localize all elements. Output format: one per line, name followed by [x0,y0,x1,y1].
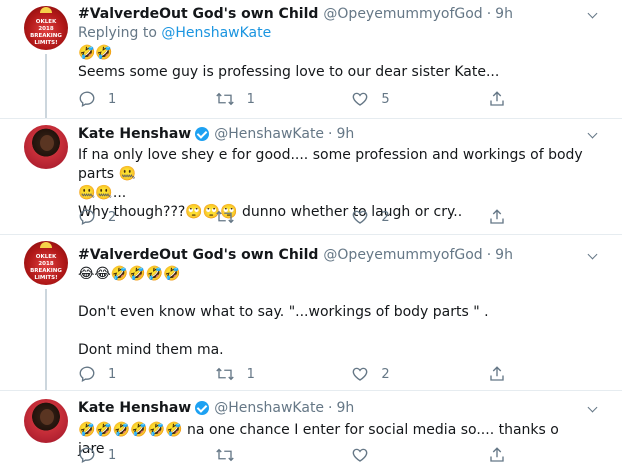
avatar-logo-ring [40,7,52,13]
verified-badge-icon [195,127,210,141]
tweet-header: Kate Henshaw @HenshawKate · 9h [78,400,354,416]
retweet-button[interactable]: 1 [215,365,325,383]
separator-dot: · [328,400,333,416]
tweet-actions: 1 1 5 [78,90,508,108]
timestamp[interactable]: 9h [337,400,355,416]
share-button[interactable] [488,446,508,464]
avatar-logo-ring [40,242,52,248]
avatar-badge: OKLEK 2018 BREAKING LIMITS! [30,254,62,281]
avatar[interactable] [24,399,68,443]
reply-button[interactable]: 2 [78,208,188,226]
tweet-actions: 1 [78,446,508,464]
like-button[interactable]: 5 [351,90,461,108]
heart-icon [351,208,369,226]
retweet-count: 1 [246,91,255,107]
chevron-down-icon[interactable] [586,250,600,264]
reply-button[interactable]: 1 [78,446,188,464]
separator-dot: · [328,126,333,142]
timestamp[interactable]: 9h [337,126,355,142]
retweet-icon [215,208,235,226]
reply-icon [78,446,96,464]
share-button[interactable] [488,90,508,108]
like-count: 5 [381,91,390,107]
retweet-button[interactable] [215,208,325,226]
like-button[interactable] [351,446,461,464]
like-count: 2 [381,209,390,225]
heart-icon [351,365,369,383]
tweet-header: #ValverdeOut God's own Child @Opeyemummy… [78,247,513,263]
replying-to: Replying to @HenshawKate [78,25,271,41]
reply-icon [78,90,96,108]
tweet-1[interactable]: OKLEK 2018 BREAKING LIMITS! #ValverdeOut… [0,0,622,118]
retweet-icon [215,365,235,383]
display-name[interactable]: Kate Henshaw [78,400,191,416]
reply-count: 2 [108,209,117,225]
heart-icon [351,90,369,108]
tweet-text: 😂😂🤣🤣🤣🤣 Don't even know what to say. "...… [78,266,489,358]
reply-icon [78,365,96,383]
retweet-button[interactable] [215,446,325,464]
user-handle[interactable]: @HenshawKate [214,126,324,142]
avatar-face [40,135,54,151]
thread-line [45,54,47,118]
chevron-down-icon[interactable] [586,129,600,143]
tweet-actions: 1 1 2 [78,365,508,383]
reply-thread: OKLEK 2018 BREAKING LIMITS! #ValverdeOut… [0,0,622,467]
like-button[interactable]: 2 [351,208,461,226]
avatar[interactable]: OKLEK 2018 BREAKING LIMITS! [24,241,68,285]
user-handle[interactable]: @HenshawKate [214,400,324,416]
share-icon [488,446,506,464]
timestamp[interactable]: 9h [495,6,513,22]
retweet-button[interactable]: 1 [215,90,325,108]
separator-dot: · [486,6,492,22]
reply-button[interactable]: 1 [78,365,188,383]
reply-count: 1 [108,91,117,107]
display-name[interactable]: #ValverdeOut God's own Child [78,6,318,22]
reply-count: 1 [108,366,117,382]
tweet-4[interactable]: Kate Henshaw @HenshawKate · 9h 🤣🤣🤣🤣🤣🤣 na… [0,391,622,467]
replying-to-link[interactable]: @HenshawKate [161,25,271,41]
chevron-down-icon[interactable] [586,9,600,23]
reply-button[interactable]: 1 [78,90,188,108]
avatar[interactable] [24,125,68,169]
timestamp[interactable]: 9h [495,247,513,263]
tweet-header: Kate Henshaw @HenshawKate · 9h [78,126,354,142]
retweet-icon [215,90,235,108]
verified-badge-icon [195,401,210,415]
retweet-icon [215,446,235,464]
display-name[interactable]: #ValverdeOut God's own Child [78,247,318,263]
tweet-2[interactable]: Kate Henshaw @HenshawKate · 9h If na onl… [0,119,622,234]
tweet-3[interactable]: OKLEK 2018 BREAKING LIMITS! #ValverdeOut… [0,235,622,390]
tweet-header: #ValverdeOut God's own Child @Opeyemummy… [78,6,513,22]
thread-line [45,289,47,390]
tweet-actions: 2 2 [78,208,508,226]
user-handle[interactable]: @OpeyemummyofGod [323,6,482,22]
like-button[interactable]: 2 [351,365,461,383]
replying-prefix: Replying to [78,25,162,41]
share-icon [488,90,506,108]
reply-icon [78,208,96,226]
reply-count: 1 [108,447,117,463]
avatar[interactable]: OKLEK 2018 BREAKING LIMITS! [24,6,68,50]
heart-icon [351,446,369,464]
share-icon [488,208,506,226]
avatar-face [40,409,54,425]
chevron-down-icon[interactable] [586,403,600,417]
share-button[interactable] [488,208,508,226]
retweet-count: 1 [246,366,255,382]
share-icon [488,365,506,383]
tweet-text: 🤣🤣 Seems some guy is professing love to … [78,45,500,80]
user-handle[interactable]: @OpeyemummyofGod [323,247,482,263]
separator-dot: · [486,247,492,263]
avatar-badge: OKLEK 2018 BREAKING LIMITS! [30,19,62,46]
share-button[interactable] [488,365,508,383]
like-count: 2 [381,366,390,382]
display-name[interactable]: Kate Henshaw [78,126,191,142]
